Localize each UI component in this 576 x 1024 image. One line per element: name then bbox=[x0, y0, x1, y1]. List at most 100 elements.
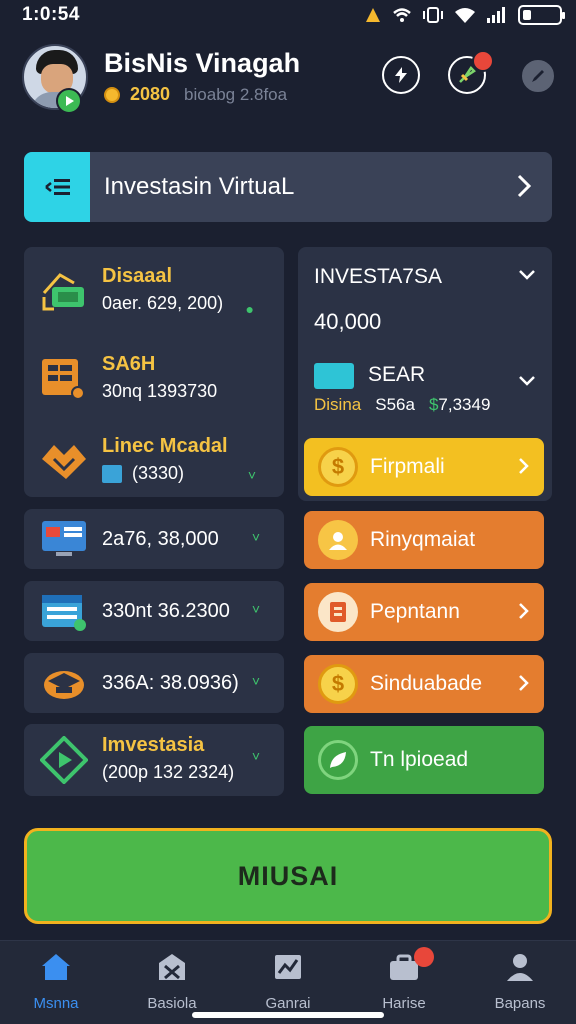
action-label: Firpmali bbox=[370, 455, 445, 478]
chevron-down-icon: ˅ bbox=[251, 601, 260, 617]
coin-balance: 2080 bbox=[130, 84, 171, 104]
detail-label: Disina bbox=[314, 395, 362, 414]
card-title: Imvestasia bbox=[102, 734, 205, 756]
card-icon bbox=[314, 363, 354, 389]
cash-stack-icon bbox=[42, 273, 84, 311]
chevron-down-icon[interactable] bbox=[518, 269, 536, 281]
pen-icon bbox=[532, 70, 544, 82]
item-title: SA6H bbox=[102, 353, 156, 375]
chevron-down-icon: ˅ bbox=[251, 529, 260, 545]
investment-amount: 40,000 bbox=[314, 309, 382, 334]
action-label: Sinduabade bbox=[370, 672, 483, 695]
detail-row: Disina S56a $7,3349 bbox=[314, 395, 490, 415]
item-value: 0aer. 629, 200) bbox=[102, 293, 224, 313]
item-value: 30nq 1393730 bbox=[102, 381, 218, 401]
list-card[interactable]: 330nt 36.2300 ˅ bbox=[24, 581, 284, 641]
nav-label: Basiola bbox=[147, 995, 197, 1012]
chevron-right-icon bbox=[519, 603, 529, 619]
user-name: BisNis Vinagah bbox=[104, 48, 301, 78]
coins-row: 2080 bioabg 2.8foa bbox=[104, 84, 287, 105]
handshake-icon bbox=[42, 445, 86, 479]
monitor-icon bbox=[42, 521, 86, 556]
card-value: 330nt 36.2300 bbox=[102, 600, 230, 622]
edit-button[interactable] bbox=[522, 60, 554, 92]
chevron-right-icon bbox=[519, 458, 529, 474]
coin-icon bbox=[104, 86, 120, 103]
nav-item-profile[interactable]: Bapans bbox=[470, 949, 570, 1013]
coin-subtext: bioabg 2.8foa bbox=[184, 84, 288, 104]
list-card[interactable]: 336A: 38.0936) ˅ bbox=[24, 653, 284, 713]
home-icon bbox=[42, 954, 70, 980]
chevron-down-icon: ˅ bbox=[247, 467, 256, 483]
chart-icon bbox=[275, 955, 301, 979]
chevron-down-icon: ˅ bbox=[251, 673, 260, 689]
investment-card[interactable]: Imvestasia (200p 132 2324) ˅ bbox=[24, 724, 284, 796]
header: BisNis Vinagah 2080 bioabg 2.8foa bbox=[0, 40, 576, 120]
detail-amount: 7,3349 bbox=[438, 395, 491, 414]
dollar-coin-icon: $ bbox=[318, 664, 358, 704]
list-item[interactable]: SA6H 30nq 1393730 bbox=[40, 351, 280, 411]
action-button-rinyqmaiat[interactable]: Rinyqmaiat bbox=[304, 511, 544, 569]
nav-item-home[interactable]: Msnna bbox=[6, 949, 106, 1013]
bolt-icon bbox=[395, 67, 407, 83]
nav-label: Ganrai bbox=[265, 995, 311, 1012]
warning-icon bbox=[366, 8, 380, 22]
ledger-icon bbox=[42, 359, 85, 400]
panel-title: INVESTA7SA bbox=[314, 265, 442, 288]
play-diamond-icon bbox=[40, 736, 88, 784]
item-title: Disaaal bbox=[102, 265, 173, 287]
investment-banner[interactable]: Investasin VirtuaL bbox=[24, 152, 552, 222]
list-card[interactable]: 2a76, 38,000 ˅ bbox=[24, 509, 284, 569]
action-button-tn-lpioead[interactable]: Tn lpioead bbox=[304, 726, 544, 794]
item-value: (3330) bbox=[132, 463, 185, 483]
action-button-sinduabade[interactable]: $ Sinduabade bbox=[304, 655, 544, 713]
signal-icon bbox=[487, 7, 505, 23]
nav-label: Msnna bbox=[33, 995, 79, 1012]
nav-label: Bapans bbox=[494, 995, 546, 1012]
nav-item-briefcase[interactable]: Harise bbox=[354, 947, 454, 1013]
nav-item-chart[interactable]: Ganrai bbox=[238, 949, 338, 1013]
chevron-down-icon: ˅ bbox=[251, 748, 260, 764]
card-value: 2a76, 38,000 bbox=[102, 528, 219, 550]
nav-label: Harise bbox=[382, 995, 426, 1012]
banner-title: Investasin VirtuaL bbox=[104, 173, 295, 200]
menu-list-icon bbox=[24, 152, 90, 222]
rewards-button[interactable] bbox=[448, 50, 494, 94]
status-time: 1:0:54 bbox=[22, 4, 80, 25]
wifi-strength-icon bbox=[455, 8, 475, 23]
notification-settings-button[interactable] bbox=[382, 56, 420, 94]
status-icons bbox=[364, 4, 565, 26]
graduation-cap-icon bbox=[44, 671, 84, 699]
nav-item-store[interactable]: Basiola bbox=[122, 949, 222, 1013]
vibrate-icon bbox=[423, 7, 443, 23]
detail-value: S56a bbox=[375, 395, 415, 414]
calendar-list-icon bbox=[42, 595, 86, 631]
profile-icon bbox=[507, 954, 533, 981]
action-button-pepntann[interactable]: Pepntann bbox=[304, 583, 544, 641]
play-badge-icon bbox=[56, 88, 82, 114]
person-icon bbox=[318, 520, 358, 560]
document-icon bbox=[318, 592, 358, 632]
action-label: Rinyqmaiat bbox=[370, 528, 476, 551]
card-value: 336A: 38.0936) bbox=[102, 672, 239, 694]
status-bar: 1:0:54 bbox=[0, 0, 576, 32]
card-value: (200p 132 2324) bbox=[102, 762, 235, 782]
main-action-button[interactable]: MIUSAI bbox=[24, 828, 552, 924]
chart-mini-icon bbox=[102, 465, 122, 483]
action-button-firpmali[interactable]: $ Firpmali bbox=[304, 438, 544, 496]
home-indicator[interactable] bbox=[192, 1012, 384, 1018]
chevron-down-icon[interactable] bbox=[518, 375, 536, 387]
list-item[interactable]: Disaaal 0aer. 629, 200) ● bbox=[40, 263, 280, 323]
list-item[interactable]: Linec Mcadal (3330) ˅ bbox=[40, 433, 280, 493]
dollar-icon: $ bbox=[428, 395, 439, 414]
action-label: Pepntann bbox=[370, 600, 460, 623]
wifi-icon bbox=[393, 8, 411, 22]
action-label: Tn lpioead bbox=[370, 748, 469, 771]
chevron-right-icon bbox=[519, 675, 529, 691]
leaf-icon bbox=[318, 740, 358, 780]
chevron-right-icon bbox=[517, 174, 532, 198]
notification-dot bbox=[472, 50, 494, 72]
store-icon bbox=[159, 954, 185, 980]
notification-badge bbox=[414, 947, 434, 967]
status-dot-icon: ● bbox=[245, 301, 254, 317]
